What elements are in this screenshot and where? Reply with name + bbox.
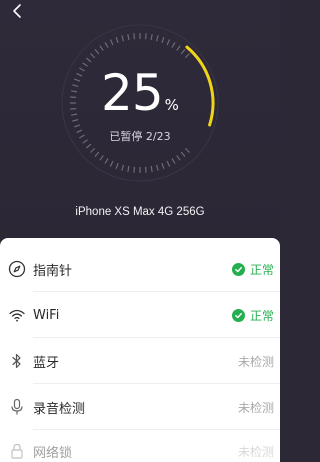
gauge-tick — [133, 33, 136, 40]
list-item-wifi[interactable]: WiFi 正常 — [0, 292, 280, 338]
status-text: 未检测 — [237, 400, 274, 415]
gauge-tick — [115, 162, 119, 169]
list-item-network-lock[interactable]: 网络锁 未检测 — [0, 428, 280, 462]
gauge-tick — [184, 53, 190, 59]
gauge-tick — [104, 42, 109, 48]
list-item-label: 指南针 — [33, 263, 73, 279]
gauge-tick — [94, 48, 100, 55]
gauge-tick — [90, 53, 96, 59]
status-text: 正常 — [249, 262, 274, 277]
gauge-tick — [150, 33, 153, 41]
status-text: 未检测 — [237, 444, 274, 459]
device-name: iPhone XS Max 4G 256G — [75, 206, 205, 218]
gauge-tick — [180, 151, 186, 158]
gauge-tick — [155, 35, 159, 42]
gauge-tick — [104, 158, 109, 164]
header-area: 25% 已暂停 2/23 iPhone XS Max 4G 256G — [0, 0, 280, 240]
gauge-tick — [166, 160, 171, 167]
wifi-icon — [8, 306, 26, 324]
gauge-tick — [184, 147, 190, 153]
compass-icon — [8, 260, 26, 278]
status-text: 未检测 — [237, 354, 274, 369]
gauge-tick — [171, 42, 176, 48]
list-item-bluetooth[interactable]: 蓝牙 未检测 — [0, 338, 280, 384]
gauge-tick — [85, 57, 92, 63]
gauge-tick — [166, 39, 171, 46]
gauge-tick — [161, 162, 165, 169]
gauge-tick — [121, 35, 125, 42]
gauge-tick — [171, 158, 176, 164]
gauge-tick — [109, 160, 114, 167]
percent-unit: % — [164, 96, 179, 114]
gauge-tick — [127, 165, 130, 173]
gauge-tick — [144, 166, 147, 173]
gauge-tick — [74, 124, 81, 128]
check-list: 指南针 正常 WiFi 正常 蓝牙 未检测 录音检测 未检测 网络锁 未检测 — [0, 238, 280, 462]
gauge-tick — [144, 33, 147, 40]
percent-value: 25 — [101, 64, 164, 122]
list-item-label: 录音检测 — [33, 401, 86, 417]
gauge-tick — [161, 37, 165, 44]
gauge-tick — [176, 155, 181, 161]
gauge-tick — [150, 165, 153, 173]
list-item-label: 蓝牙 — [33, 355, 60, 371]
list-item-microphone[interactable]: 录音检测 未检测 — [0, 384, 280, 430]
microphone-icon — [8, 398, 26, 416]
gauge-tick — [121, 164, 125, 171]
gauge-tick — [127, 33, 130, 41]
check-circle-icon — [231, 308, 245, 322]
bluetooth-icon — [8, 352, 26, 370]
gauge-tick — [133, 166, 136, 173]
list-item-label: WiFi — [33, 307, 60, 323]
status-text: 正常 — [249, 308, 274, 323]
gauge-tick — [176, 45, 181, 51]
status-badge: 正常 — [231, 307, 274, 324]
gauge-tick — [99, 45, 104, 51]
progress-percent: 25% — [0, 64, 280, 122]
gauge-tick — [94, 151, 100, 158]
list-item-label: 网络锁 — [33, 445, 73, 461]
pause-status: 已暂停 2/23 — [109, 130, 171, 143]
check-circle-icon — [231, 262, 245, 276]
gauge-tick — [85, 143, 92, 149]
gauge-tick — [99, 155, 104, 161]
gauge-tick — [115, 37, 119, 44]
gauge-tick — [109, 39, 114, 46]
lock-icon — [8, 442, 26, 460]
gauge-tick — [155, 164, 159, 171]
list-item-compass[interactable]: 指南针 正常 — [0, 246, 280, 292]
gauge-tick — [90, 147, 96, 153]
gauge-tick — [180, 48, 186, 55]
status-badge: 正常 — [231, 261, 274, 278]
